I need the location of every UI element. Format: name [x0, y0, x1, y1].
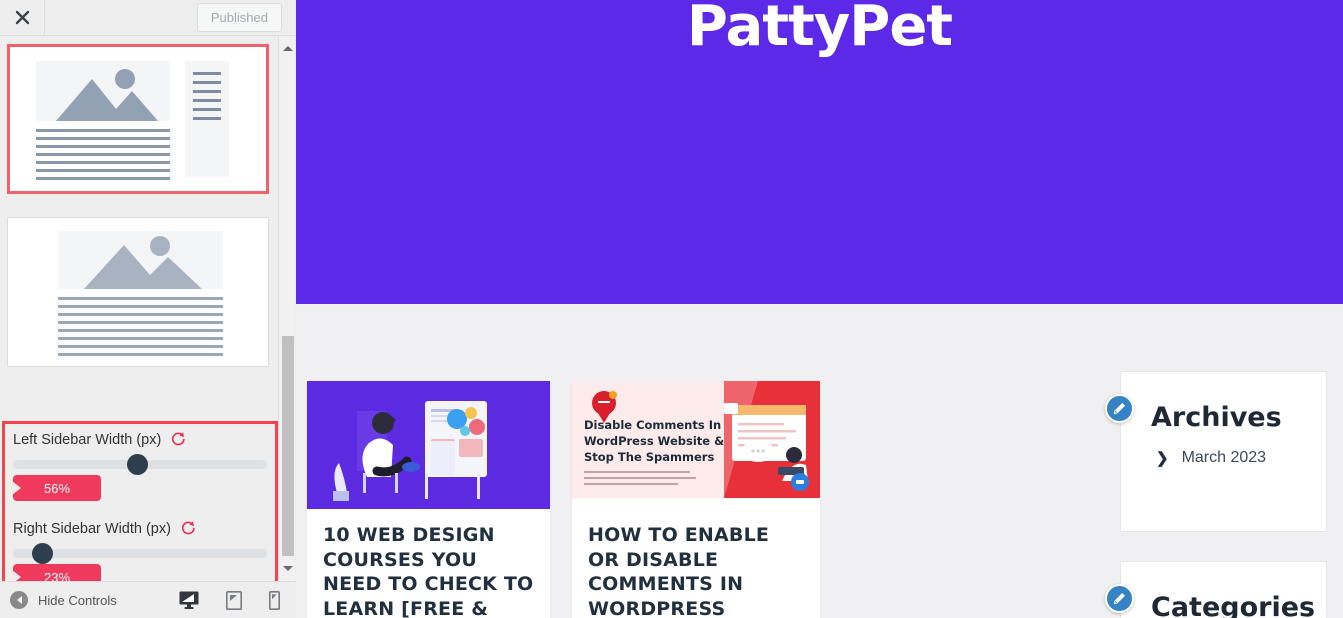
layout-thumbnail[interactable] [7, 217, 269, 367]
site-preview: PattyPet 10 WEB DESIGN COURSES YOU NEED … [296, 0, 1343, 618]
reset-icon[interactable] [180, 520, 196, 540]
thumb-text-line [36, 161, 170, 164]
scroll-down-arrow-icon[interactable] [279, 560, 296, 577]
thumb-image-placeholder [58, 231, 223, 289]
site-header-banner: PattyPet [296, 0, 1343, 304]
device-preview-buttons [179, 590, 280, 610]
layout-thumbnail-selected[interactable] [7, 44, 269, 194]
thumb-text-line [58, 353, 223, 356]
thumb-text-line [58, 297, 223, 300]
thumb-text-line [36, 129, 170, 132]
customizer-footer: Hide Controls [0, 581, 296, 618]
thumb-text-line [58, 345, 223, 348]
edit-widget-button[interactable] [1105, 584, 1134, 613]
thumb-sidebar-line [193, 99, 221, 102]
pencil-icon [1113, 592, 1126, 605]
post-title[interactable]: 10 WEB DESIGN COURSES YOU NEED TO CHECK … [307, 509, 550, 618]
scrollbar-thumb[interactable] [282, 336, 294, 556]
pencil-icon [1113, 402, 1126, 415]
customizer-sidebar: Published Left Sidebar Width (px) 56% Ri… [0, 0, 296, 618]
thumb-text-line [36, 177, 170, 180]
widget-title: Categories [1151, 592, 1316, 618]
thumb-sidebar-line [193, 108, 221, 111]
right-sidebar-width-label: Right Sidebar Width (px) [13, 520, 196, 540]
thumb-text-line [58, 313, 223, 316]
hide-controls-button[interactable]: Hide Controls [10, 591, 117, 609]
thumb-text-line [58, 337, 223, 340]
svg-text:Stop The Spammers: Stop The Spammers [584, 450, 714, 464]
svg-text:WordPress Website &: WordPress Website & [584, 434, 724, 448]
sidebar-width-controls-group: Left Sidebar Width (px) 56% Right Sideba… [2, 421, 278, 581]
tablet-preview-icon[interactable] [226, 590, 242, 610]
left-sidebar-width-slider-handle[interactable] [127, 454, 148, 475]
list-item[interactable]: ❯ March 2023 [1156, 449, 1326, 467]
layout-option-content-right-sidebar[interactable] [7, 44, 269, 194]
post-card[interactable]: 10 WEB DESIGN COURSES YOU NEED TO CHECK … [307, 381, 550, 618]
site-title[interactable]: PattyPet [687, 0, 953, 304]
image-placeholder-icon [56, 69, 158, 121]
thumb-text-line [58, 305, 223, 308]
left-sidebar-width-value: 56% [13, 475, 101, 501]
right-sidebar-width-label-text: Right Sidebar Width (px) [13, 521, 171, 537]
chevron-right-icon: ❯ [1156, 450, 1169, 467]
thumb-text-line [58, 321, 223, 324]
thumb-text-line [36, 145, 170, 148]
desktop-preview-icon[interactable] [179, 591, 199, 609]
thumb-image-placeholder [36, 61, 170, 121]
thumb-text-line [36, 169, 170, 172]
right-sidebar-width-value: 23% [13, 564, 101, 581]
customizer-scrollbar[interactable] [278, 36, 295, 581]
post-title[interactable]: HOW TO ENABLE OR DISABLE COMMENTS IN WOR… [572, 509, 820, 618]
thumb-sidebar-line [193, 81, 221, 84]
widget-item-list: ❯ March 2023 [1121, 433, 1326, 467]
thumb-text-line [58, 329, 223, 332]
left-sidebar-width-label: Left Sidebar Width (px) [13, 431, 186, 451]
collapse-arrow-icon [10, 591, 28, 609]
edit-widget-button[interactable] [1105, 394, 1134, 423]
layout-option-full-width[interactable] [7, 217, 269, 367]
right-sidebar-width-slider-handle[interactable] [32, 543, 53, 564]
reset-circular-arrow-icon [181, 521, 195, 535]
post-thumbnail: Disable Comments In WordPress Website & … [572, 381, 820, 509]
left-sidebar-width-label-text: Left Sidebar Width (px) [13, 432, 162, 448]
close-customizer-button[interactable] [0, 0, 45, 36]
thumb-text-line [36, 153, 170, 156]
thumb-sidebar-line [193, 117, 221, 120]
scroll-up-arrow-icon[interactable] [279, 40, 296, 57]
close-icon [15, 10, 29, 25]
image-placeholder-icon [84, 236, 202, 289]
post-thumbnail [307, 381, 550, 509]
hide-controls-label: Hide Controls [38, 592, 117, 608]
customizer-controls-panel: Left Sidebar Width (px) 56% Right Sideba… [0, 36, 296, 581]
customizer-header: Published [0, 0, 296, 36]
thumb-sidebar-line [193, 72, 221, 75]
widget-title: Archives [1151, 402, 1282, 433]
publish-button[interactable]: Published [196, 3, 282, 32]
mobile-preview-icon[interactable] [269, 590, 280, 610]
disable-comments-illustration-icon: Disable Comments In WordPress Website & … [572, 381, 820, 498]
reset-icon[interactable] [170, 431, 186, 451]
svg-text:Disable Comments In: Disable Comments In [584, 418, 721, 432]
thumb-sidebar-line [193, 90, 221, 93]
widget-archives[interactable]: Archives ❯ March 2023 [1105, 371, 1327, 532]
thumb-text-line [36, 137, 170, 140]
web-design-illustration-icon [307, 381, 550, 509]
post-card[interactable]: Disable Comments In WordPress Website & … [572, 381, 820, 618]
reset-circular-arrow-icon [172, 432, 186, 446]
widget-categories[interactable]: Categories [1105, 561, 1327, 618]
list-item-label[interactable]: March 2023 [1182, 449, 1267, 467]
